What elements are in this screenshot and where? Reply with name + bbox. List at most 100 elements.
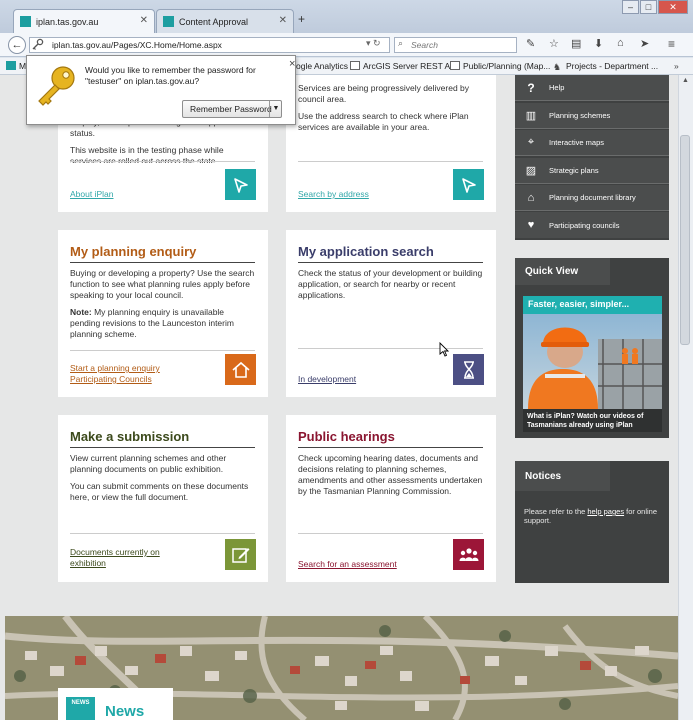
map-icon: ▨: [525, 165, 537, 177]
about-iplan-button[interactable]: [225, 169, 256, 200]
start-planning-enquiry-link[interactable]: Start a planning enquiry: [70, 363, 160, 373]
library-icon: ⌂: [527, 191, 535, 204]
people-icon: [459, 547, 478, 561]
send-icon[interactable]: ➤: [640, 37, 649, 50]
sidebar-item-strategic-plans[interactable]: ▨ Strategic plans: [515, 158, 669, 184]
bookmark-public-planning[interactable]: Public/Planning (Map...: [450, 61, 550, 71]
bookmarks-overflow-icon[interactable]: »: [674, 61, 679, 71]
search-address-card: Services are being progressively deliver…: [286, 75, 496, 212]
submission-title: Make a submission: [70, 429, 190, 444]
close-window-button[interactable]: ✕: [658, 0, 688, 14]
submission-body: View current planning schemes and other …: [70, 453, 227, 474]
title-underline: [70, 262, 255, 263]
scroll-up-icon[interactable]: ▲: [682, 77, 689, 84]
back-button[interactable]: ←: [8, 36, 26, 54]
participating-councils-link[interactable]: Participating Councils: [70, 374, 152, 384]
search-icon: ⌕: [398, 38, 404, 48]
planning-enquiry-button[interactable]: [225, 354, 256, 385]
public-hearings-button[interactable]: [453, 539, 484, 570]
search-input[interactable]: Search: [394, 37, 517, 53]
page-icon: [450, 61, 460, 70]
search-card-body: Services are being progressively deliver…: [298, 83, 470, 104]
clipboard-icon[interactable]: ▤: [571, 37, 581, 50]
edit-icon: [231, 547, 249, 563]
remember-password-popup: Would you like to remember the password …: [26, 55, 296, 125]
public-hearings-body: Check upcoming hearing dates, documents …: [298, 453, 483, 496]
sidebar-item-help[interactable]: ? Help: [515, 75, 669, 101]
submission-button[interactable]: [225, 539, 256, 570]
maximize-button[interactable]: □: [640, 0, 657, 14]
search-by-address-link[interactable]: Search by address: [298, 189, 369, 199]
documents-on-exhibition-link[interactable]: Documents currently on exhibition: [70, 547, 190, 569]
close-tab-icon[interactable]: ✕: [279, 15, 287, 26]
application-search-body: Check the status of your development or …: [298, 268, 483, 300]
application-search-card: My application search Check the status o…: [286, 230, 496, 397]
home-icon[interactable]: ⌂: [617, 37, 624, 49]
public-hearings-title: Public hearings: [298, 429, 395, 444]
menu-icon[interactable]: ≡: [668, 37, 675, 51]
about-iplan-link[interactable]: About iPlan: [70, 189, 113, 199]
news-title: News: [105, 703, 145, 720]
title-underline: [70, 447, 255, 448]
mouse-cursor-icon: [439, 341, 450, 359]
video-thumbnail-image: [523, 314, 662, 409]
tab-iplan[interactable]: iplan.tas.gov.au ✕: [13, 9, 155, 33]
sidebar-item-participating-councils[interactable]: ♥ Participating councils: [515, 212, 669, 238]
submission-body-2: You can submit comments on these documen…: [70, 481, 249, 502]
scrollbar-thumb[interactable]: [680, 135, 690, 345]
new-tab-button[interactable]: +: [298, 12, 305, 26]
quick-view-video-thumbnail[interactable]: [523, 314, 662, 409]
cursor-arrow-icon: [461, 177, 476, 193]
sidebar-item-planning-schemes[interactable]: ▥ Planning schemes: [515, 103, 669, 129]
dropdown-arrow-icon[interactable]: ▼: [269, 101, 282, 117]
title-underline: [298, 447, 483, 448]
divider: [70, 161, 255, 162]
tab-content-approval[interactable]: Content Approval ✕: [156, 9, 294, 33]
remember-password-button[interactable]: Remember Password ▼: [182, 100, 282, 118]
close-tab-icon[interactable]: ✕: [140, 15, 148, 26]
bookmark-arcgis[interactable]: ArcGIS Server REST API: [350, 61, 458, 71]
download-icon[interactable]: ⬇: [594, 37, 603, 50]
divider: [298, 348, 483, 349]
book-icon: ▥: [525, 110, 537, 122]
title-underline: [298, 262, 483, 263]
reload-icon[interactable]: ▾ ↻: [366, 38, 381, 49]
notices-title: Notices: [515, 461, 610, 491]
newspaper-icon: NEWS: [66, 697, 95, 720]
tab-title: iplan.tas.gov.au: [36, 16, 99, 27]
help-pages-link[interactable]: help pages: [587, 507, 624, 516]
iplan-favicon-icon: [20, 16, 31, 27]
remember-password-message: Would you like to remember the password …: [85, 65, 256, 86]
bookmark-favicon-icon: [6, 61, 16, 70]
key-icon: [33, 64, 79, 110]
key-icon[interactable]: [31, 38, 45, 52]
hourglass-icon: [463, 360, 474, 379]
cursor-arrow-icon: [233, 177, 248, 193]
divider: [70, 350, 255, 351]
bookmark-star-icon[interactable]: ☆: [549, 37, 559, 50]
notices-text: Please refer to the help pages for onlin…: [524, 507, 658, 525]
planning-enquiry-body: Buying or developing a property? Use the…: [70, 268, 255, 300]
planning-enquiry-title: My planning enquiry: [70, 244, 197, 259]
divider: [298, 161, 483, 162]
tab-title: Content Approval: [179, 16, 249, 27]
sidebar-item-document-library[interactable]: ⌂ Planning document library: [515, 185, 669, 211]
public-hearings-card: Public hearings Check upcoming hearing d…: [286, 415, 496, 582]
in-development-link[interactable]: In development: [298, 374, 356, 384]
search-by-address-button[interactable]: [453, 169, 484, 200]
search-assessment-link[interactable]: Search for an assessment: [298, 559, 397, 569]
address-bar[interactable]: iplan.tas.gov.au/Pages/XC.Home/Home.aspx: [29, 37, 390, 53]
bookmark-item[interactable]: M: [6, 61, 26, 71]
close-popup-button[interactable]: ×: [289, 58, 295, 70]
question-icon: ?: [527, 80, 535, 95]
minimize-button[interactable]: –: [622, 0, 639, 14]
bookmark-google-analytics[interactable]: ogle Analytics: [296, 61, 348, 71]
quick-view-banner: Faster, easier, simpler...: [523, 296, 662, 314]
application-search-button[interactable]: [453, 354, 484, 385]
quick-view-caption[interactable]: What is iPlan? Watch our videos of Tasma…: [523, 409, 662, 432]
sidebar-item-interactive-maps[interactable]: ⌖ Interactive maps: [515, 130, 669, 156]
house-icon: [231, 361, 250, 378]
bookmark-projects[interactable]: ♞ Projects - Department ...: [553, 61, 658, 72]
tools-icon[interactable]: ✎: [526, 37, 535, 50]
divider: [70, 533, 255, 534]
